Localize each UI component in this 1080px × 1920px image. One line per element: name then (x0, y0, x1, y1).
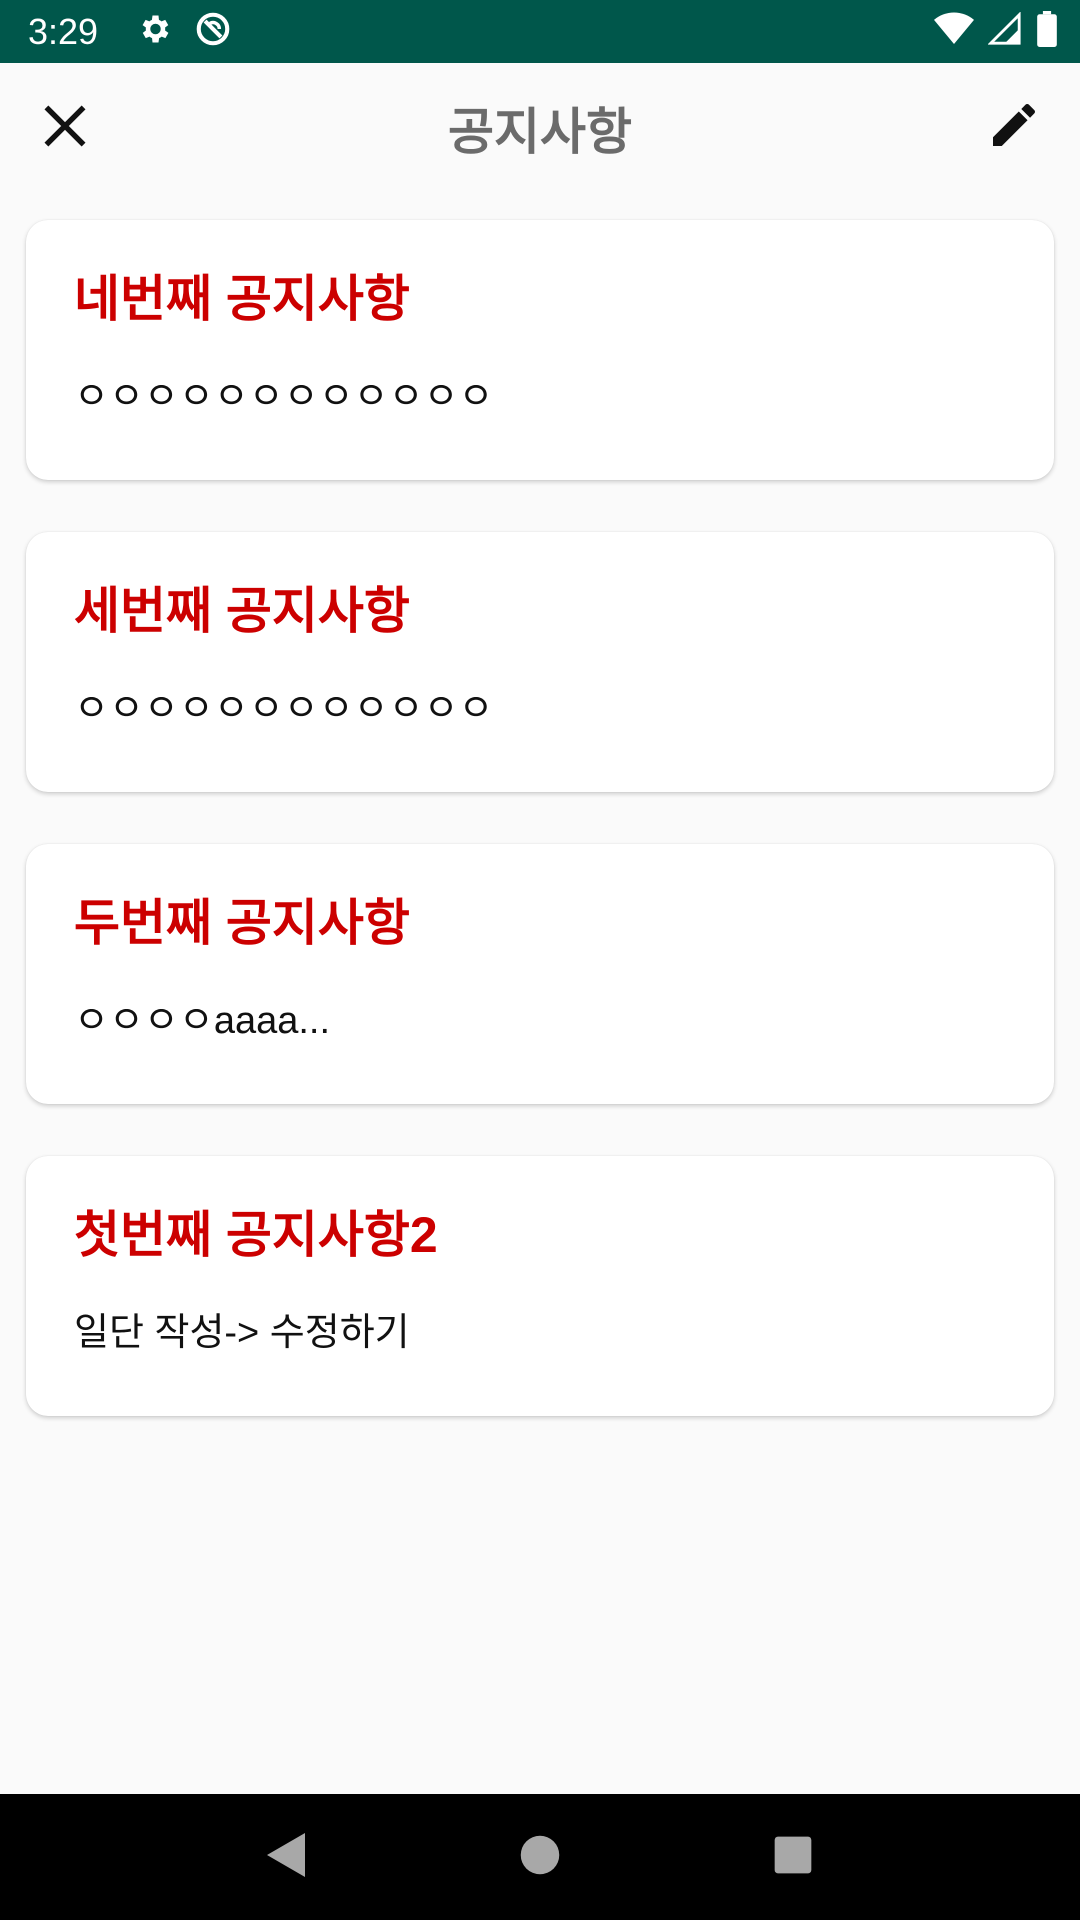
close-icon (40, 105, 90, 155)
notice-body: ㅇㅇㅇㅇㅇㅇㅇㅇㅇㅇㅇㅇ (74, 688, 494, 730)
back-icon (265, 1831, 309, 1884)
close-button[interactable] (40, 101, 90, 151)
status-time: 3:29 (28, 10, 99, 52)
signal-icon (987, 11, 1022, 51)
notice-card[interactable]: 세번째 공지사항 ㅇㅇㅇㅇㅇㅇㅇㅇㅇㅇㅇㅇ (26, 532, 1054, 792)
recents-button[interactable] (748, 1812, 838, 1902)
notice-title: 두번째 공지사항 (74, 895, 410, 951)
status-right-icons (934, 11, 1058, 52)
notice-title: 첫번째 공지사항2 (74, 1207, 438, 1263)
notice-card[interactable]: 첫번째 공지사항2 일단 작성-> 수정하기 (26, 1156, 1054, 1416)
notice-title: 네번째 공지사항 (74, 271, 410, 327)
recents-icon (773, 1835, 813, 1880)
edit-button[interactable] (986, 97, 1042, 153)
app-bar: 공지사항 (0, 63, 1080, 193)
home-button[interactable] (495, 1812, 585, 1902)
back-button[interactable] (242, 1812, 332, 1902)
notice-body: ㅇㅇㅇㅇaaaa... (74, 1000, 331, 1042)
notice-body: ㅇㅇㅇㅇㅇㅇㅇㅇㅇㅇㅇㅇ (74, 376, 494, 418)
sync-disabled-icon (194, 10, 232, 53)
navigation-bar (0, 1794, 1080, 1920)
notice-card[interactable]: 네번째 공지사항 ㅇㅇㅇㅇㅇㅇㅇㅇㅇㅇㅇㅇ (26, 220, 1054, 480)
status-left-icons (136, 10, 232, 53)
edit-icon (986, 103, 1042, 157)
gear-icon (136, 11, 172, 52)
notice-list: 네번째 공지사항 ㅇㅇㅇㅇㅇㅇㅇㅇㅇㅇㅇㅇ 세번째 공지사항 ㅇㅇㅇㅇㅇㅇㅇㅇㅇ… (26, 220, 1054, 1468)
notice-body: 일단 작성-> 수정하기 (74, 1312, 410, 1354)
page-title: 공지사항 (448, 104, 632, 160)
status-bar: 3:29 (0, 0, 1080, 63)
home-icon (519, 1834, 561, 1881)
notice-title: 세번째 공지사항 (74, 583, 410, 639)
notice-card[interactable]: 두번째 공지사항 ㅇㅇㅇㅇaaaa... (26, 844, 1054, 1104)
battery-icon (1036, 11, 1058, 52)
wifi-icon (934, 12, 974, 51)
